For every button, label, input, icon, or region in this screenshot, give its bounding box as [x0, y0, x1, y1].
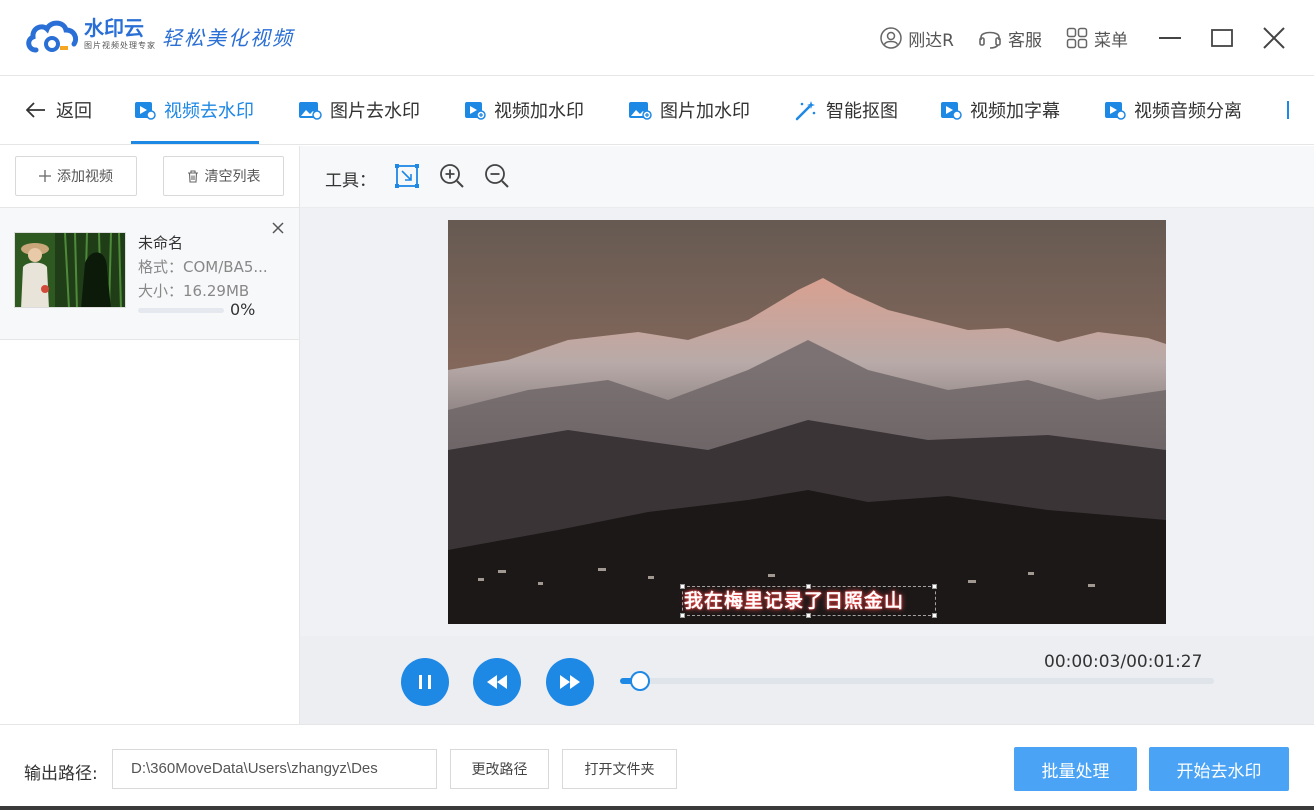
- headset-icon: [979, 31, 1001, 49]
- file-progress-text: 0%: [230, 300, 256, 319]
- brand: 水印云 图片视频处理专家: [84, 16, 156, 52]
- image-erase-icon: [299, 102, 322, 120]
- list-item[interactable]: 未命名 格式：COM/BA5... 大小：16.29MB 0%: [0, 208, 299, 340]
- tab-label: 图片加水印: [660, 101, 750, 122]
- brand-name: 水印云: [84, 16, 144, 40]
- clear-list-button[interactable]: 清空列表: [163, 156, 284, 196]
- video-add-icon: [465, 102, 486, 120]
- tab-scroll-indicator: [1287, 101, 1289, 119]
- resize-handle[interactable]: [806, 613, 811, 618]
- add-video-label: 添加视频: [57, 169, 113, 185]
- selection-box-icon: [395, 164, 419, 188]
- tab-label: 智能抠图: [826, 101, 898, 122]
- image-add-icon: [629, 102, 652, 120]
- video-audio-icon: [1105, 102, 1126, 120]
- output-path-field[interactable]: D:\360MoveData\Users\zhangyz\Des: [112, 749, 437, 789]
- preview-area: 我在梅里记录了日照金山: [300, 208, 1314, 636]
- add-video-button[interactable]: 添加视频: [15, 156, 137, 196]
- resize-handle[interactable]: [680, 613, 685, 618]
- minimize-button[interactable]: [1158, 26, 1182, 50]
- back-label: 返回: [56, 101, 92, 122]
- tab-video-add-watermark[interactable]: 视频加水印: [464, 97, 584, 123]
- rewind-button[interactable]: [473, 658, 521, 706]
- resize-handle[interactable]: [932, 584, 937, 589]
- fast-forward-button[interactable]: [546, 658, 594, 706]
- file-name: 未命名: [138, 234, 184, 252]
- user-icon: [880, 27, 902, 49]
- minimize-icon: [1159, 37, 1181, 39]
- trash-icon: [187, 169, 198, 183]
- tab-label: 视频加水印: [494, 101, 584, 122]
- seek-handle[interactable]: [630, 671, 651, 691]
- mountain-video-frame: [448, 220, 1166, 624]
- zoom-out-icon: [485, 164, 509, 188]
- video-preview[interactable]: 我在梅里记录了日照金山: [448, 220, 1166, 624]
- back-button[interactable]: 返回: [26, 97, 92, 123]
- user-name: 刚达R: [908, 30, 954, 51]
- tool-bar: 工具：: [300, 146, 1314, 208]
- grid-menu-icon: [1066, 27, 1088, 49]
- zoom-in-icon: [440, 164, 464, 188]
- video-erase-icon: [135, 102, 156, 120]
- open-folder-button[interactable]: 打开文件夹: [562, 749, 677, 789]
- tab-label: 图片去水印: [330, 101, 420, 122]
- file-list-panel: 添加视频 清空列表 未命名 格式：COM/BA5... 大小：16.29MB 0…: [0, 146, 300, 724]
- file-size: 大小：16.29MB: [138, 282, 250, 300]
- service-label: 客服: [1008, 30, 1042, 51]
- tab-smart-cutout[interactable]: 智能抠图: [794, 97, 898, 123]
- playback-time: 00:00:03/00:01:27: [1044, 652, 1203, 672]
- file-format: 格式：COM/BA5...: [138, 258, 268, 276]
- tab-video-subtitles[interactable]: 视频加字幕: [940, 97, 1060, 123]
- video-subtitle-icon: [941, 102, 962, 120]
- user-account-button[interactable]: 刚达R: [880, 26, 954, 51]
- editor-main: 工具： 我在梅里记录了日照金山 00:00:03/00:01:27: [300, 146, 1314, 724]
- arrow-left-icon: [26, 102, 45, 118]
- fast-forward-icon: [560, 675, 580, 689]
- title-bar: 水印云 图片视频处理专家 轻松美化视频 刚达R 客服 菜单: [0, 0, 1314, 76]
- zoom-out-button[interactable]: [484, 163, 510, 189]
- tab-label: 视频去水印: [164, 101, 254, 122]
- tab-video-remove-watermark[interactable]: 视频去水印: [134, 97, 254, 123]
- pause-icon: [419, 675, 431, 689]
- pause-button[interactable]: [401, 658, 449, 706]
- brand-subtitle: 图片视频处理专家: [84, 41, 156, 50]
- remove-file-icon[interactable]: [270, 220, 286, 236]
- output-path-label: 输出路径:: [24, 764, 98, 784]
- menu-button[interactable]: 菜单: [1066, 26, 1128, 51]
- tab-label: 视频音频分离: [1134, 101, 1242, 122]
- feature-tab-bar: 返回 视频去水印 图片去水印 视频加水印 图片加水印 智能抠图 视频加字幕 视频…: [0, 77, 1314, 145]
- zoom-in-button[interactable]: [439, 163, 465, 189]
- tab-image-remove-watermark[interactable]: 图片去水印: [298, 97, 420, 123]
- rewind-icon: [487, 675, 507, 689]
- slogan: 轻松美化视频: [162, 26, 294, 50]
- video-thumbnail: [14, 232, 126, 308]
- batch-process-button[interactable]: 批量处理: [1014, 747, 1137, 791]
- tab-audio-video-split[interactable]: 视频音频分离: [1104, 97, 1242, 123]
- start-remove-watermark-button[interactable]: 开始去水印: [1149, 747, 1289, 791]
- window-bottom-edge: [0, 806, 1314, 810]
- video-subtitle-watermark: 我在梅里记录了日照金山: [684, 590, 905, 612]
- file-progress-bar: [138, 308, 224, 313]
- tool-label: 工具：: [325, 171, 376, 191]
- tab-label: 视频加字幕: [970, 101, 1060, 122]
- seek-bar[interactable]: [620, 678, 1214, 684]
- clear-list-label: 清空列表: [204, 169, 261, 185]
- change-path-button[interactable]: 更改路径: [450, 749, 549, 789]
- playback-controls: 00:00:03/00:01:27: [300, 636, 1314, 724]
- customer-service-button[interactable]: 客服: [978, 26, 1042, 51]
- resize-handle[interactable]: [932, 613, 937, 618]
- cloud-logo-icon: [24, 16, 80, 56]
- close-icon: [1263, 27, 1285, 49]
- close-window-button[interactable]: [1262, 26, 1286, 50]
- select-region-button[interactable]: [394, 163, 420, 189]
- maximize-icon: [1211, 29, 1233, 47]
- magic-wand-icon: [795, 101, 816, 121]
- tab-image-add-watermark[interactable]: 图片加水印: [628, 97, 750, 123]
- maximize-button[interactable]: [1210, 26, 1234, 50]
- menu-label: 菜单: [1094, 30, 1128, 51]
- active-tab-indicator: [131, 141, 259, 144]
- output-bar: 输出路径: D:\360MoveData\Users\zhangyz\Des 更…: [0, 724, 1314, 810]
- plus-icon: [39, 170, 51, 182]
